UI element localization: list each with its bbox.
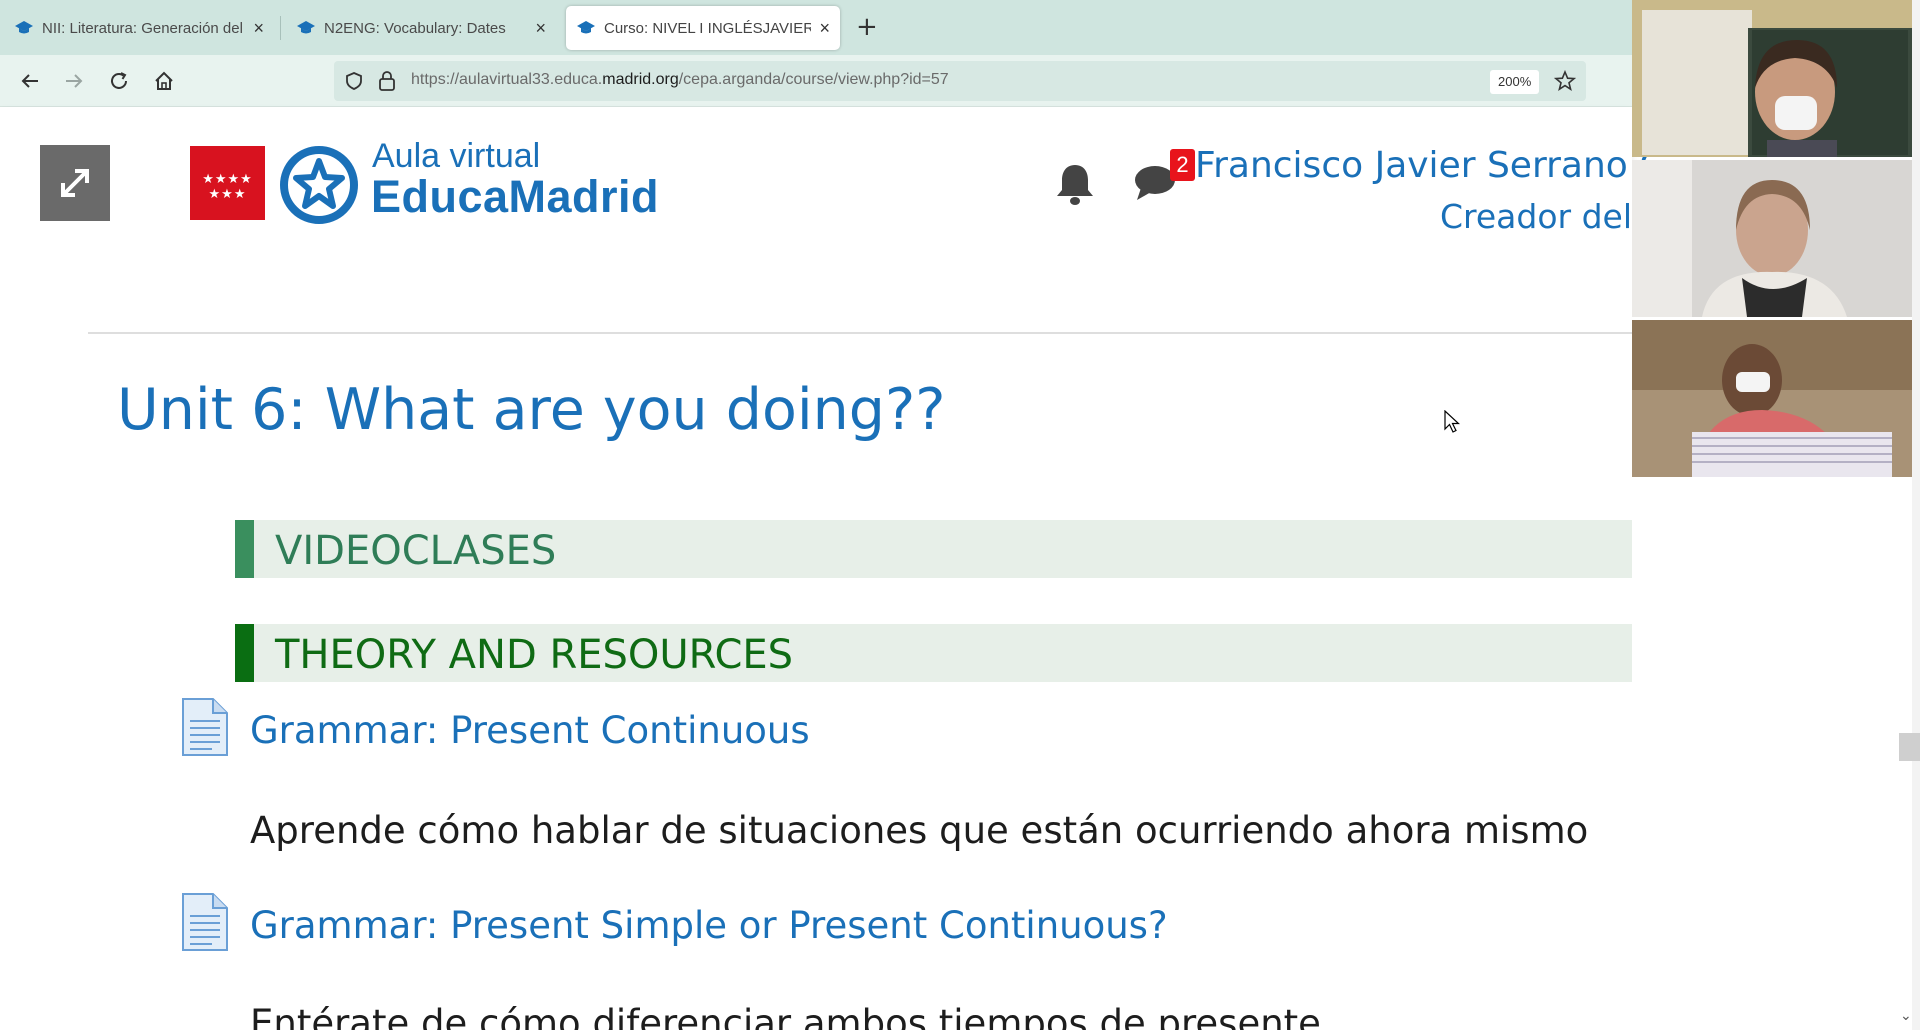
tab-title: Curso: NIVEL I INGLÉSJAVIER	[604, 19, 812, 37]
user-name[interactable]: Francisco Javier Serrano G	[1195, 145, 1667, 186]
expand-icon	[61, 169, 89, 197]
activity-link[interactable]: Grammar: Present Continuous	[250, 709, 810, 752]
navigation-bar: https://aulavirtual33.educa.madrid.org/c…	[0, 55, 1632, 107]
activity-description: Aprende cómo hablar de situaciones que e…	[250, 809, 1589, 852]
activity-link[interactable]: Grammar: Present Simple or Present Conti…	[250, 904, 1168, 947]
browser-tab-active[interactable]: Curso: NIVEL I INGLÉSJAVIER ×	[566, 6, 840, 50]
flag-stars: ★★★★ ★★★	[202, 172, 253, 202]
label-accent	[235, 624, 254, 682]
shield-icon[interactable]	[344, 71, 364, 91]
user-role: Creador del c	[1440, 197, 1661, 236]
label-text: VIDEOCLASES	[275, 528, 557, 574]
tab-separator	[280, 16, 281, 40]
scroll-down-icon[interactable]: ⌄	[1900, 1008, 1912, 1024]
logo-line-2[interactable]: EducaMadrid	[371, 171, 659, 223]
label-videoclases: VIDEOCLASES	[235, 520, 1632, 578]
lock-icon[interactable]	[377, 70, 397, 92]
label-theory-and-resources: THEORY AND RESOURCES	[235, 624, 1632, 682]
participant-video-tile[interactable]	[1632, 320, 1912, 477]
site-header: ★★★★ ★★★ Aula virtual EducaMadrid 2 Franc…	[0, 107, 1667, 262]
browser-tab[interactable]: NII: Literatura: Generación del 2 ×	[4, 6, 274, 50]
comunidad-madrid-flag: ★★★★ ★★★	[190, 146, 265, 220]
close-icon[interactable]: ×	[535, 18, 546, 39]
forward-button[interactable]	[58, 65, 90, 97]
close-icon[interactable]: ×	[253, 18, 264, 39]
activity-description: Entérate de cómo diferenciar ambos tiemp…	[250, 1002, 1321, 1030]
participant-video-tile[interactable]	[1632, 0, 1912, 157]
document-icon[interactable]	[179, 697, 231, 757]
graduation-cap-icon	[297, 21, 315, 34]
reload-button[interactable]	[103, 65, 135, 97]
graduation-cap-icon	[577, 21, 595, 34]
star-icon[interactable]	[1554, 70, 1576, 92]
course-content: Unit 6: What are you doing?? VIDEOCLASES…	[0, 262, 1632, 1030]
message-count-badge: 2	[1170, 149, 1195, 181]
section-title: Unit 6: What are you doing??	[117, 377, 946, 443]
url-path: /cepa.arganda/course/view.php?id=57	[678, 71, 949, 88]
home-icon	[155, 71, 173, 90]
url-prefix: https://aulavirtual33.educa.	[411, 71, 603, 88]
fullscreen-button[interactable]	[40, 145, 110, 221]
participant-video-tile[interactable]	[1632, 160, 1912, 317]
url-text[interactable]: https://aulavirtual33.educa.madrid.org/c…	[411, 71, 949, 89]
label-text: THEORY AND RESOURCES	[275, 632, 794, 678]
reload-icon	[111, 72, 127, 89]
browser-tab[interactable]: N2ENG: Vocabulary: Dates ×	[286, 6, 556, 50]
graduation-cap-icon	[15, 21, 33, 34]
tab-title: NII: Literatura: Generación del 2	[42, 19, 246, 37]
url-domain: madrid.org	[602, 71, 679, 88]
back-button[interactable]	[14, 65, 46, 97]
educamadrid-logo-icon[interactable]	[279, 145, 359, 225]
forward-arrow-icon	[66, 74, 83, 88]
tab-bar: NII: Literatura: Generación del 2 × N2EN…	[0, 0, 1632, 55]
zoom-indicator[interactable]: 200%	[1490, 70, 1540, 94]
back-arrow-icon	[21, 74, 38, 88]
close-icon[interactable]: ×	[819, 18, 830, 39]
label-accent	[235, 520, 254, 578]
new-tab-button[interactable]: +	[856, 12, 878, 42]
tab-title: N2ENG: Vocabulary: Dates	[324, 19, 506, 37]
bell-icon[interactable]	[1054, 161, 1096, 207]
document-icon[interactable]	[179, 892, 231, 952]
page-scrollbar-track[interactable]	[1912, 0, 1920, 1030]
mouse-cursor-icon	[1444, 410, 1460, 433]
page-scrollbar-thumb[interactable]	[1899, 733, 1920, 761]
section-divider	[88, 332, 1632, 334]
address-bar[interactable]: https://aulavirtual33.educa.madrid.org/c…	[334, 61, 1586, 101]
home-button[interactable]	[148, 65, 180, 97]
